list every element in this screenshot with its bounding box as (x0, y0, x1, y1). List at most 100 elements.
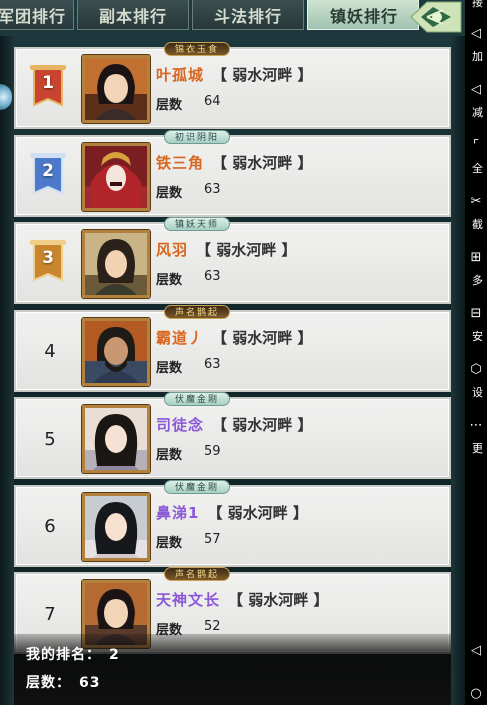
rank-number: 3 (42, 248, 54, 268)
player-name[interactable]: 霸道丿 (156, 329, 204, 347)
game-screen: 军团排行 副本排行 斗法排行 镇妖排行 1 锦衣玉食 叶孤城 【 弱水河畔 】 … (0, 0, 465, 705)
toolbar-item-back[interactable]: 接 (465, 0, 487, 10)
floor-value: 63 (204, 181, 221, 197)
ranking-list: 1 锦衣玉食 叶孤城【 弱水河畔 】 层数 64 2 初识阴阳 铁三角 【 弱水… (14, 42, 451, 660)
fullscreen-icon: ⌜ (472, 138, 480, 153)
rank-number: 5 (44, 428, 56, 450)
server-name: 【 弱水河畔 】 (212, 153, 313, 172)
rank-number: 6 (44, 516, 56, 537)
ranking-row[interactable]: 3 镇妖天师 风羽【 弱水河畔 】 层数 63 (14, 217, 451, 304)
floor-label: 层数 (156, 98, 183, 113)
rank-number: 7 (44, 603, 56, 625)
floor-value: 57 (204, 531, 221, 547)
rank-1-banner-icon: 1 (28, 65, 68, 111)
install-icon: ⊟ (470, 306, 482, 321)
frame-right (451, 36, 465, 705)
toolbar-label: 减 (472, 106, 483, 119)
rank-number: 4 (44, 341, 56, 362)
nav-back-icon: ◁ (471, 643, 481, 658)
scissors-icon: ✂ (470, 194, 482, 209)
player-name[interactable]: 风羽 (156, 241, 188, 259)
toolbar-item-more[interactable]: ⋯ 更 (465, 418, 487, 456)
ranking-row[interactable]: 5 伏魔金刚 司徒念【 弱水河畔 】 层数 59 (14, 392, 451, 479)
player-name-line: 铁三角【 弱水河畔 】 (156, 152, 312, 173)
toolbar-item-volume-up[interactable]: ◁ 加 (465, 26, 487, 64)
player-name-line: 司徒念【 弱水河畔 】 (156, 414, 312, 435)
my-floor-line: 层数： 63 (26, 672, 100, 692)
toolbar-item-multi-open[interactable]: ⊞ 多 (465, 250, 487, 288)
player-name-line: 鼻涕1 【 弱水河畔 】 (156, 502, 308, 523)
tab-duel-ranking[interactable]: 斗法排行 (192, 0, 304, 30)
tab-legion-ranking[interactable]: 军团排行 (0, 0, 74, 30)
avatar[interactable] (82, 230, 150, 298)
toolbar-item-settings[interactable]: ⬡ 设 (465, 362, 487, 400)
floor-value: 64 (204, 94, 221, 109)
my-rank-label: 我的排名： (26, 647, 101, 663)
avatar[interactable] (82, 317, 150, 386)
my-ranking-panel: 我的排名： 2 层数： 63 (14, 634, 451, 705)
floor-line: 层数 63 (156, 269, 221, 288)
rank-number: 2 (42, 160, 54, 181)
toolbar-label: 加 (472, 50, 483, 63)
avatar[interactable] (82, 405, 150, 473)
tab-label: 镇妖排行 (330, 6, 399, 26)
title-badge: 初识阴阳 (164, 129, 231, 144)
my-floor-value: 63 (79, 675, 101, 691)
player-name-line: 风羽【 弱水河畔 】 (156, 239, 296, 260)
server-name: 【 弱水河畔 】 (212, 416, 313, 434)
player-name-line: 霸道丿【 弱水河畔 】 (156, 327, 312, 348)
avatar[interactable] (82, 492, 150, 561)
rank-2-banner-icon: 2 (28, 152, 68, 199)
more-icon: ⋯ (469, 418, 483, 433)
avatar[interactable] (82, 55, 150, 123)
server-name: 【 弱水河畔 】 (212, 328, 313, 347)
player-name[interactable]: 鼻涕1 (156, 504, 199, 522)
toolbar-label: 设 (472, 386, 483, 399)
rank-3-banner-icon: 3 (28, 240, 68, 286)
floor-line: 层数 63 (156, 357, 221, 376)
volume-down-icon: ◁ (471, 82, 481, 97)
server-name: 【 弱水河畔 】 (196, 241, 297, 259)
floor-value: 52 (204, 619, 221, 634)
toolbar-item-screenshot[interactable]: ✂ 截 (465, 194, 487, 232)
toolbar-nav-back[interactable]: ◁ (465, 643, 487, 659)
my-rank-value: 2 (109, 647, 120, 663)
toolbar-item-volume-down[interactable]: ◁ 减 (465, 82, 487, 120)
tab-dungeon-ranking[interactable]: 副本排行 (77, 0, 189, 30)
player-name[interactable]: 司徒念 (156, 416, 204, 434)
toolbar-label: 多 (472, 274, 483, 287)
player-name-line: 天神文长【 弱水河畔 】 (156, 589, 328, 610)
player-name[interactable]: 铁三角 (156, 154, 204, 172)
toolbar-item-fullscreen[interactable]: ⌜ 全 (465, 138, 487, 176)
ranking-row[interactable]: 1 锦衣玉食 叶孤城【 弱水河畔 】 层数 64 (14, 42, 451, 129)
player-name[interactable]: 叶孤城 (156, 66, 204, 84)
toolbar-item-install[interactable]: ⊟ 安 (465, 306, 487, 344)
server-name: 【 弱水河畔 】 (228, 591, 329, 609)
ranking-row[interactable]: 2 初识阴阳 铁三角【 弱水河畔 】 层数 63 (14, 129, 451, 217)
server-name: 【 弱水河畔 】 (212, 66, 313, 84)
floor-line: 层数 59 (156, 444, 221, 463)
multi-open-icon: ⊞ (470, 250, 482, 265)
floor-value: 59 (204, 444, 221, 459)
floor-label: 层数 (156, 273, 183, 288)
floor-label: 层数 (156, 535, 183, 551)
floor-label: 层数 (156, 360, 183, 376)
floor-line: 层数 64 (156, 94, 221, 113)
emulator-toolbar: 接 ◁ 加 ◁ 减 ⌜ 全 ✂ 截 ⊞ 多 ⊟ 安 ⬡ 设 ⋯ 更 ◁ ○ (465, 0, 487, 705)
emblem-icon[interactable] (407, 0, 465, 34)
player-name[interactable]: 天神文长 (156, 591, 220, 609)
volume-up-icon: ◁ (471, 26, 481, 41)
server-name: 【 弱水河畔 】 (207, 503, 308, 522)
ranking-row[interactable]: 6 伏魔金刚 鼻涕1 【 弱水河畔 】 层数 57 (14, 479, 451, 567)
floor-label: 层数 (156, 185, 183, 201)
title-badge: 镇妖天师 (164, 217, 231, 231)
ranking-row[interactable]: 4 声名鹊起 霸道丿【 弱水河畔 】 层数 63 (14, 304, 451, 392)
tab-label: 副本排行 (98, 6, 167, 26)
toolbar-nav-home[interactable]: ○ (465, 686, 487, 702)
toolbar-label: 接 (472, 0, 483, 9)
floor-line: 层数 57 (156, 532, 221, 551)
my-rank-line: 我的排名： 2 (26, 644, 120, 664)
settings-icon: ⬡ (470, 362, 482, 377)
tab-demon-ranking[interactable]: 镇妖排行 (307, 0, 419, 30)
avatar[interactable] (82, 142, 150, 211)
